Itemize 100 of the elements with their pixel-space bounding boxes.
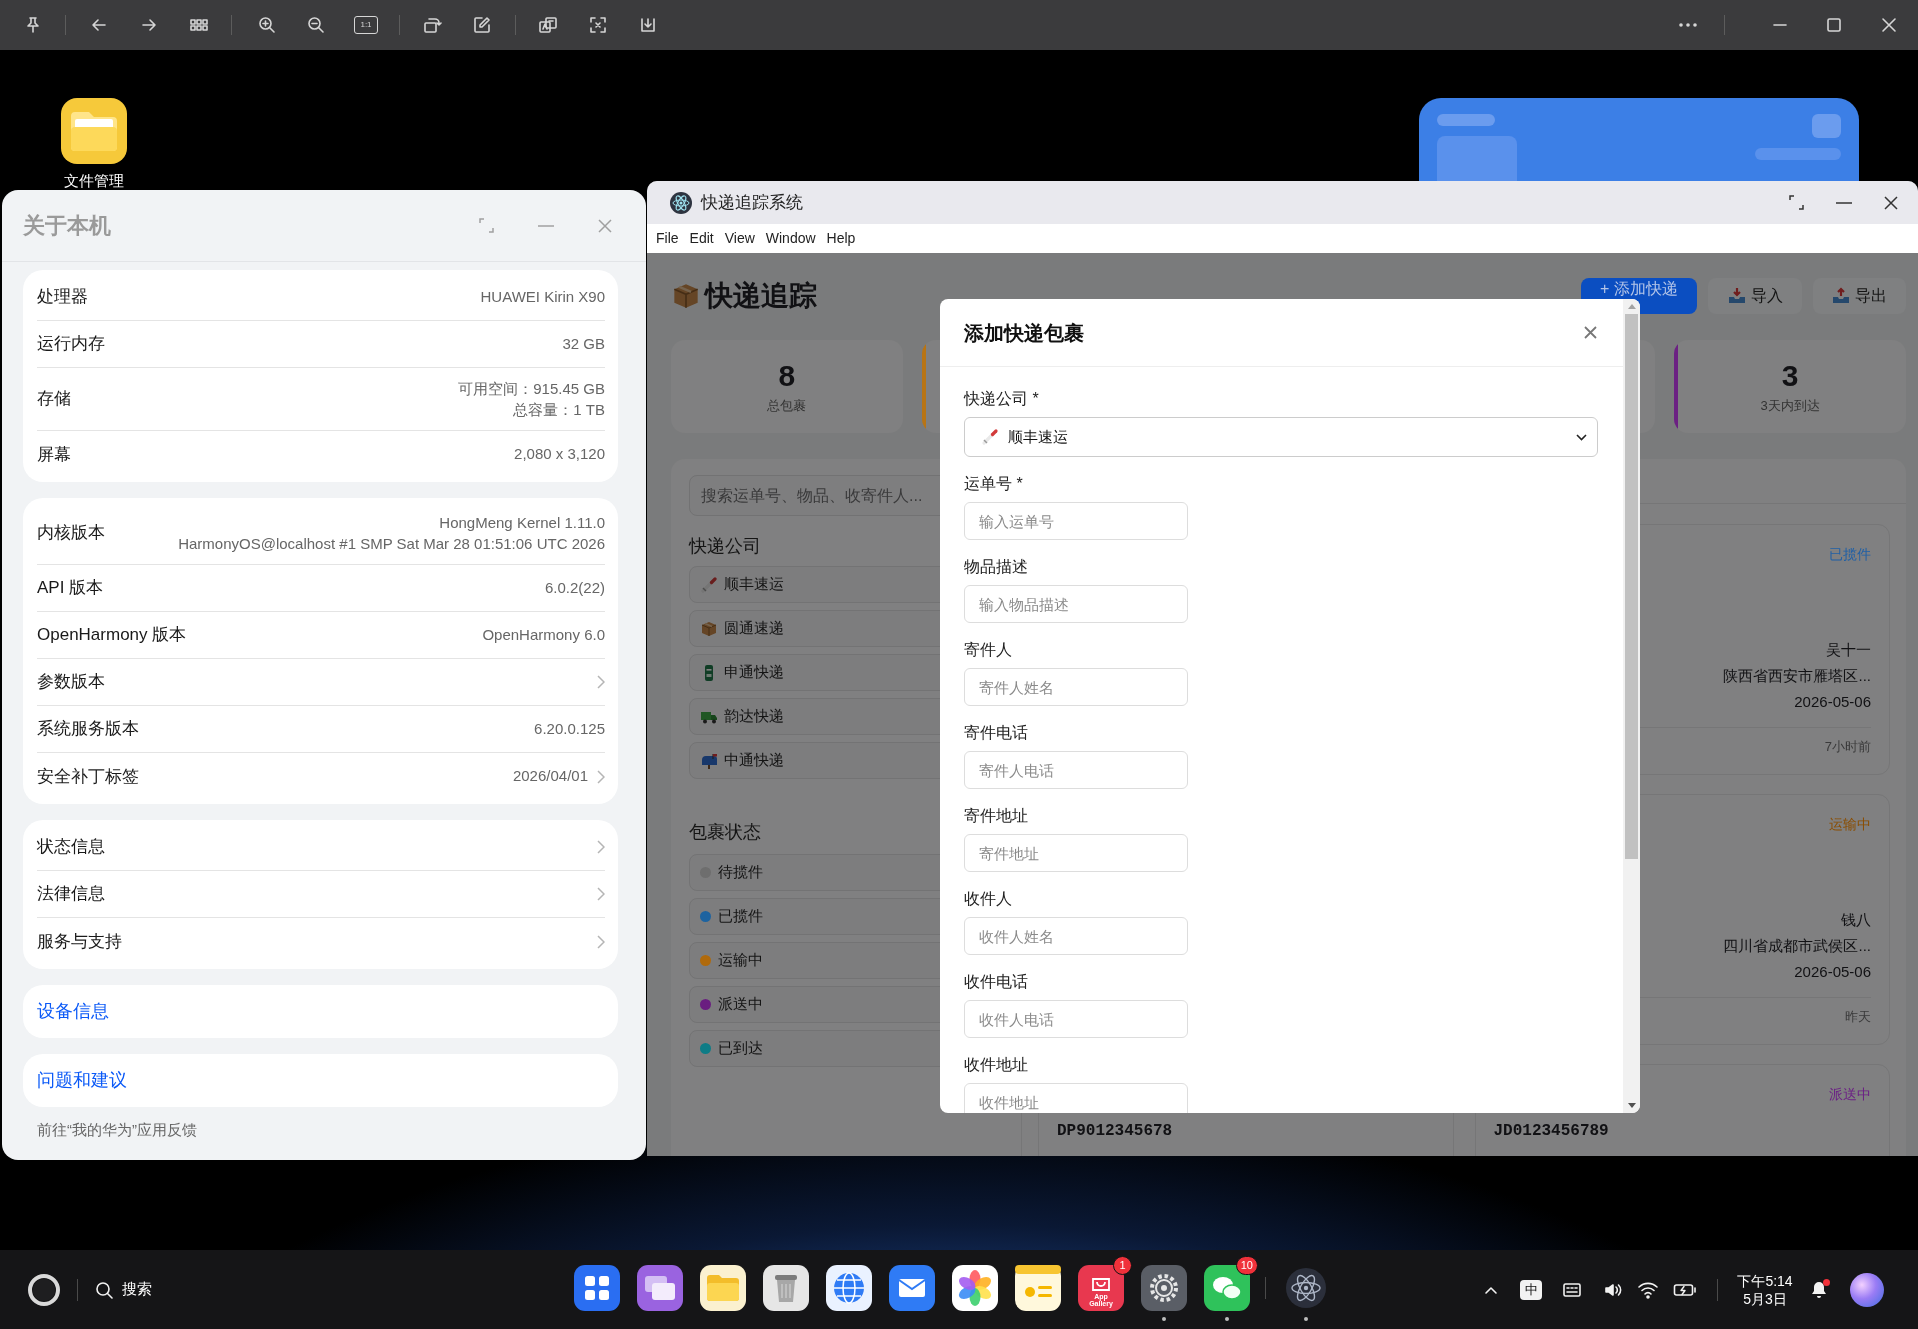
actual-size-button[interactable]: 1:1 bbox=[354, 16, 378, 34]
clock-date: 5月3日 bbox=[1743, 1289, 1787, 1308]
row-label: 安全补丁标签 bbox=[37, 765, 139, 788]
dialog-title: 添加快递包裹 bbox=[964, 320, 1084, 346]
search-icon bbox=[94, 1279, 114, 1300]
row-label: 处理器 bbox=[37, 286, 88, 309]
import-button[interactable]: 导入 bbox=[1708, 278, 1802, 314]
row-value: 2026/04/01 bbox=[512, 766, 588, 787]
zoom-in-icon[interactable] bbox=[257, 15, 277, 35]
row-label: 服务与支持 bbox=[37, 930, 122, 953]
status-label: 已揽件 bbox=[1829, 544, 1871, 564]
atom-icon[interactable] bbox=[1283, 1265, 1329, 1311]
text-field[interactable]: 寄件人姓名 bbox=[964, 668, 1188, 706]
close-icon[interactable] bbox=[1879, 15, 1899, 35]
rotate-icon[interactable] bbox=[422, 15, 442, 35]
notes-icon[interactable] bbox=[1015, 1265, 1061, 1311]
window-title: 快递追踪系统 bbox=[701, 191, 803, 214]
menu-item[interactable]: File bbox=[656, 228, 679, 249]
row-value: 6.0.2(22) bbox=[544, 577, 605, 598]
row-value: 2,080 x 3,120 bbox=[514, 444, 605, 465]
export-button[interactable]: 导出 bbox=[1813, 278, 1906, 314]
notification-badge: 1 bbox=[1113, 1256, 1132, 1275]
menu-item[interactable]: Window bbox=[765, 228, 816, 249]
row-value: 6.20.0.125 bbox=[534, 718, 605, 739]
row-value: OpenHarmony 6.0 bbox=[482, 624, 605, 645]
status-label: 派送中 bbox=[1829, 1084, 1871, 1104]
zoom-out-icon[interactable] bbox=[306, 15, 326, 35]
row-label: 系统服务版本 bbox=[37, 718, 139, 741]
row-value: HongMeng Kernel 1.11.0 bbox=[439, 513, 605, 533]
row-label: 屏幕 bbox=[37, 443, 71, 466]
translate-icon[interactable] bbox=[538, 15, 558, 35]
more-icon[interactable] bbox=[1679, 23, 1697, 27]
settings-link[interactable]: 设备信息 bbox=[23, 985, 618, 1038]
bell-icon[interactable] bbox=[1809, 1279, 1829, 1300]
download-icon[interactable] bbox=[638, 15, 658, 35]
flower-icon[interactable] bbox=[952, 1265, 998, 1311]
grid-icon[interactable] bbox=[574, 1265, 620, 1311]
text-field[interactable]: 输入物品描述 bbox=[964, 585, 1188, 623]
chevron-down-icon[interactable] bbox=[1576, 433, 1587, 441]
row-label: API 版本 bbox=[37, 577, 104, 600]
close-icon[interactable] bbox=[1884, 195, 1898, 210]
updated-time: 7小时前 bbox=[1824, 738, 1871, 756]
row-label: 状态信息 bbox=[37, 836, 105, 859]
stat-value: 8 bbox=[778, 357, 796, 394]
windows-icon[interactable] bbox=[637, 1265, 683, 1311]
stat-value: 3 bbox=[1781, 357, 1799, 394]
marker-icon bbox=[700, 575, 718, 594]
field-label: 寄件地址 bbox=[964, 806, 1029, 826]
section-heading: 快递公司 bbox=[689, 535, 762, 558]
input-method-button[interactable]: 中 bbox=[1520, 1279, 1542, 1300]
row-label: OpenHarmony 版本 bbox=[37, 624, 187, 647]
trash-icon[interactable] bbox=[763, 1265, 809, 1311]
recipient-name: 钱八 bbox=[1841, 910, 1871, 930]
row-label: 内核版本 bbox=[37, 522, 105, 545]
folder-icon[interactable] bbox=[700, 1265, 746, 1311]
fit-screen-icon[interactable] bbox=[588, 15, 608, 35]
row-value: 32 GB bbox=[562, 333, 605, 354]
text-field[interactable]: 寄件地址 bbox=[964, 834, 1188, 872]
menu-item[interactable]: Help bbox=[826, 228, 856, 249]
placeholder-block bbox=[1812, 114, 1841, 138]
folder-icon[interactable] bbox=[61, 98, 127, 164]
gear-icon[interactable] bbox=[1141, 1265, 1187, 1311]
text-field[interactable]: 收件人姓名 bbox=[964, 917, 1188, 955]
row-label: 法律信息 bbox=[37, 883, 105, 906]
row-label: 运行内存 bbox=[37, 333, 105, 356]
text-field[interactable]: 收件人电话 bbox=[964, 1000, 1188, 1038]
stat-label: 3天内到达 bbox=[1760, 396, 1820, 415]
recipient-name: 吴十一 bbox=[1826, 640, 1871, 660]
search-button[interactable]: 搜索 bbox=[94, 1278, 152, 1301]
scrollbar[interactable] bbox=[1623, 299, 1640, 1113]
menu-item[interactable]: View bbox=[724, 228, 755, 249]
updated-time: 昨天 bbox=[1845, 1008, 1871, 1026]
tracking-number: DP9012345678 bbox=[1057, 1121, 1173, 1142]
company-select[interactable]: 顺丰速运 bbox=[964, 417, 1598, 457]
clock-time: 下午5:14 bbox=[1737, 1271, 1793, 1290]
text-field[interactable]: 收件地址 bbox=[964, 1083, 1188, 1113]
placeholder-bar bbox=[1437, 114, 1495, 126]
scrollbar-thumb[interactable] bbox=[1625, 314, 1638, 859]
orb-icon[interactable] bbox=[1850, 1272, 1884, 1307]
stat-label: 总包裹 bbox=[767, 396, 807, 415]
mailbox-icon bbox=[700, 751, 718, 770]
row-value: 总容量：1 TB bbox=[513, 400, 605, 420]
settings-link[interactable]: 问题和建议 bbox=[23, 1054, 618, 1107]
edit-icon[interactable] bbox=[472, 15, 492, 35]
text-field[interactable]: 寄件人电话 bbox=[964, 751, 1188, 789]
section-heading: 包裹状态 bbox=[689, 821, 762, 844]
row-value: HarmonyOS@localhost #1 SMP Sat Mar 28 01:51:06 UTC 2026 bbox=[178, 534, 605, 554]
globe-icon[interactable] bbox=[826, 1265, 872, 1311]
text-field[interactable]: 输入运单号 bbox=[964, 502, 1188, 540]
row-value: 可用空间：915.45 GB bbox=[458, 379, 605, 399]
expand-icon[interactable] bbox=[1789, 195, 1804, 210]
ring-icon[interactable] bbox=[26, 1271, 62, 1308]
menu-item[interactable]: Edit bbox=[689, 228, 714, 249]
notification-badge: 10 bbox=[1235, 1256, 1258, 1275]
marker-icon bbox=[981, 428, 999, 446]
maximize-icon[interactable] bbox=[1824, 15, 1844, 35]
minimize-icon[interactable] bbox=[1836, 201, 1852, 204]
scroll-down-icon[interactable] bbox=[1627, 1103, 1636, 1108]
close-icon[interactable] bbox=[1584, 326, 1597, 339]
mail-icon[interactable] bbox=[889, 1265, 935, 1311]
